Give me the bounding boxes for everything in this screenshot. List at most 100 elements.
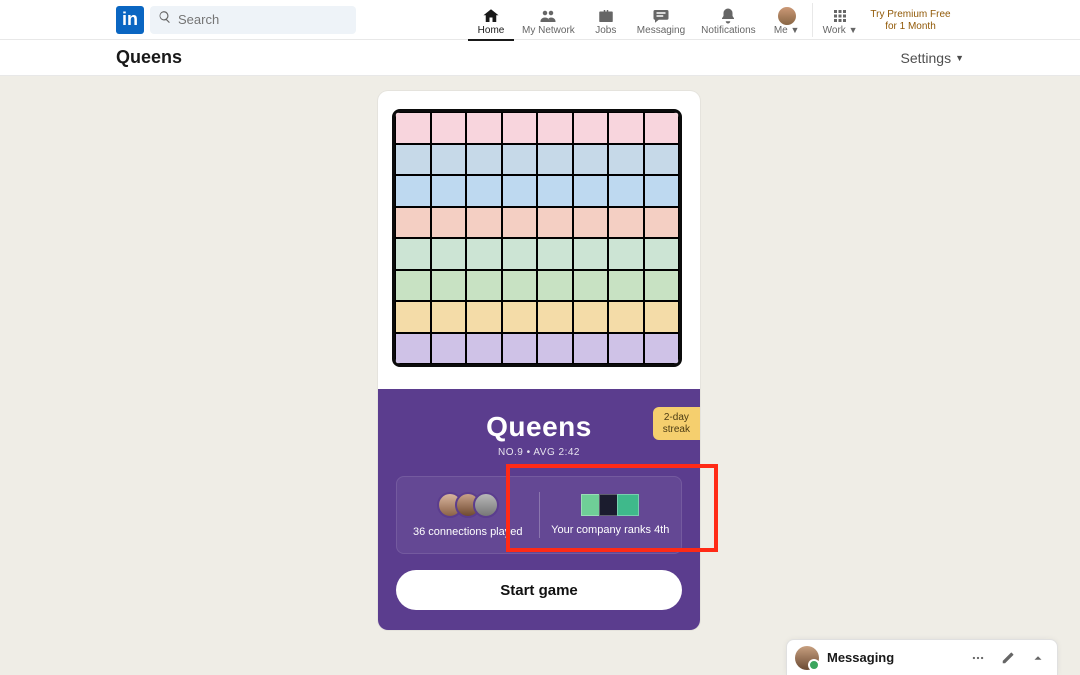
board-cell[interactable] [644,333,680,365]
board-cell[interactable] [573,175,609,207]
board-cell[interactable] [537,175,573,207]
nav-items: Home My Network Jobs Messaging Notificat… [468,0,955,40]
board-cell[interactable] [431,301,467,333]
messaging-overlay[interactable]: Messaging [786,639,1058,675]
game-panel: 2-day streak Queens NO.9 • AVG 2:42 36 c… [378,389,700,630]
board-cell[interactable] [537,333,573,365]
board-cell[interactable] [537,144,573,176]
streak-tag: 2-day streak [653,407,700,440]
board-cell[interactable] [644,238,680,270]
bell-icon [719,7,737,25]
global-nav: in Home My Network Jobs [0,0,1080,40]
board-cell[interactable] [537,301,573,333]
board-cell[interactable] [502,207,538,239]
board-cell[interactable] [466,301,502,333]
board-cell[interactable] [608,238,644,270]
linkedin-logo[interactable]: in [116,6,144,34]
board-cell[interactable] [608,270,644,302]
board-cell[interactable] [502,175,538,207]
board-cell[interactable] [573,112,609,144]
settings-dropdown[interactable]: Settings ▼ [900,50,964,66]
board-cell[interactable] [431,333,467,365]
board-cell[interactable] [502,112,538,144]
board-cell[interactable] [573,144,609,176]
board-cell[interactable] [431,270,467,302]
board-cell[interactable] [502,144,538,176]
board-cell[interactable] [608,207,644,239]
board-cell[interactable] [644,112,680,144]
nav-messaging[interactable]: Messaging [629,0,693,40]
board-cell[interactable] [537,112,573,144]
board-cell[interactable] [395,270,431,302]
board-cell[interactable] [466,270,502,302]
board-cell[interactable] [573,270,609,302]
board-cell[interactable] [608,112,644,144]
board-cell[interactable] [395,175,431,207]
board-cell[interactable] [431,238,467,270]
board-cell[interactable] [502,301,538,333]
board-cell[interactable] [502,270,538,302]
board-cell[interactable] [431,175,467,207]
nav-jobs[interactable]: Jobs [583,0,629,40]
board-cell[interactable] [395,112,431,144]
me-avatar [777,7,797,25]
board-cell[interactable] [537,270,573,302]
messaging-avatar [795,646,819,670]
nav-network[interactable]: My Network [514,0,583,40]
board-cell[interactable] [502,333,538,365]
chevron-up-icon[interactable] [1027,647,1049,669]
board-cell[interactable] [608,144,644,176]
board-cell[interactable] [573,238,609,270]
board-cell[interactable] [431,112,467,144]
board-cell[interactable] [466,333,502,365]
board-cell[interactable] [573,333,609,365]
connection-avatars [437,492,499,518]
board-cell[interactable] [573,301,609,333]
search-input[interactable] [178,12,348,27]
board-cell[interactable] [608,333,644,365]
home-icon [482,7,500,25]
board-cell[interactable] [537,238,573,270]
board-cell[interactable] [537,207,573,239]
queens-card: 2-day streak Queens NO.9 • AVG 2:42 36 c… [378,91,700,630]
board-cell[interactable] [644,144,680,176]
board-cell[interactable] [395,333,431,365]
board-cell[interactable] [395,238,431,270]
premium-cta[interactable]: Try Premium Free for 1 Month [865,0,955,40]
board-cell[interactable] [466,112,502,144]
board-cell[interactable] [644,301,680,333]
nav-work[interactable]: Work ▼ [815,0,866,40]
board-cell[interactable] [644,270,680,302]
nav-notifications[interactable]: Notifications [693,0,763,40]
board-container [378,91,700,389]
board-cell[interactable] [466,207,502,239]
queens-board[interactable] [392,109,682,367]
board-cell[interactable] [431,207,467,239]
messaging-icon [652,7,670,25]
more-icon[interactable] [967,647,989,669]
compose-icon[interactable] [997,647,1019,669]
board-cell[interactable] [466,144,502,176]
work-grid-icon [831,7,849,25]
board-cell[interactable] [608,301,644,333]
start-game-button[interactable]: Start game [396,570,682,610]
board-cell[interactable] [573,207,609,239]
company-logos [581,494,639,516]
board-cell[interactable] [644,175,680,207]
nav-home[interactable]: Home [468,0,514,40]
board-cell[interactable] [466,238,502,270]
search-input-wrap[interactable] [150,6,356,34]
board-cell[interactable] [502,238,538,270]
board-cell[interactable] [466,175,502,207]
page-title: Queens [116,47,182,68]
board-cell[interactable] [608,175,644,207]
nav-me[interactable]: Me ▼ [764,0,810,40]
company-rank-stat[interactable]: Your company ranks 4th [540,477,682,553]
connections-stat[interactable]: 36 connections played [397,477,539,553]
board-cell[interactable] [395,207,431,239]
board-cell[interactable] [431,144,467,176]
sub-header: Queens Settings ▼ [0,40,1080,76]
board-cell[interactable] [395,144,431,176]
board-cell[interactable] [644,207,680,239]
board-cell[interactable] [395,301,431,333]
